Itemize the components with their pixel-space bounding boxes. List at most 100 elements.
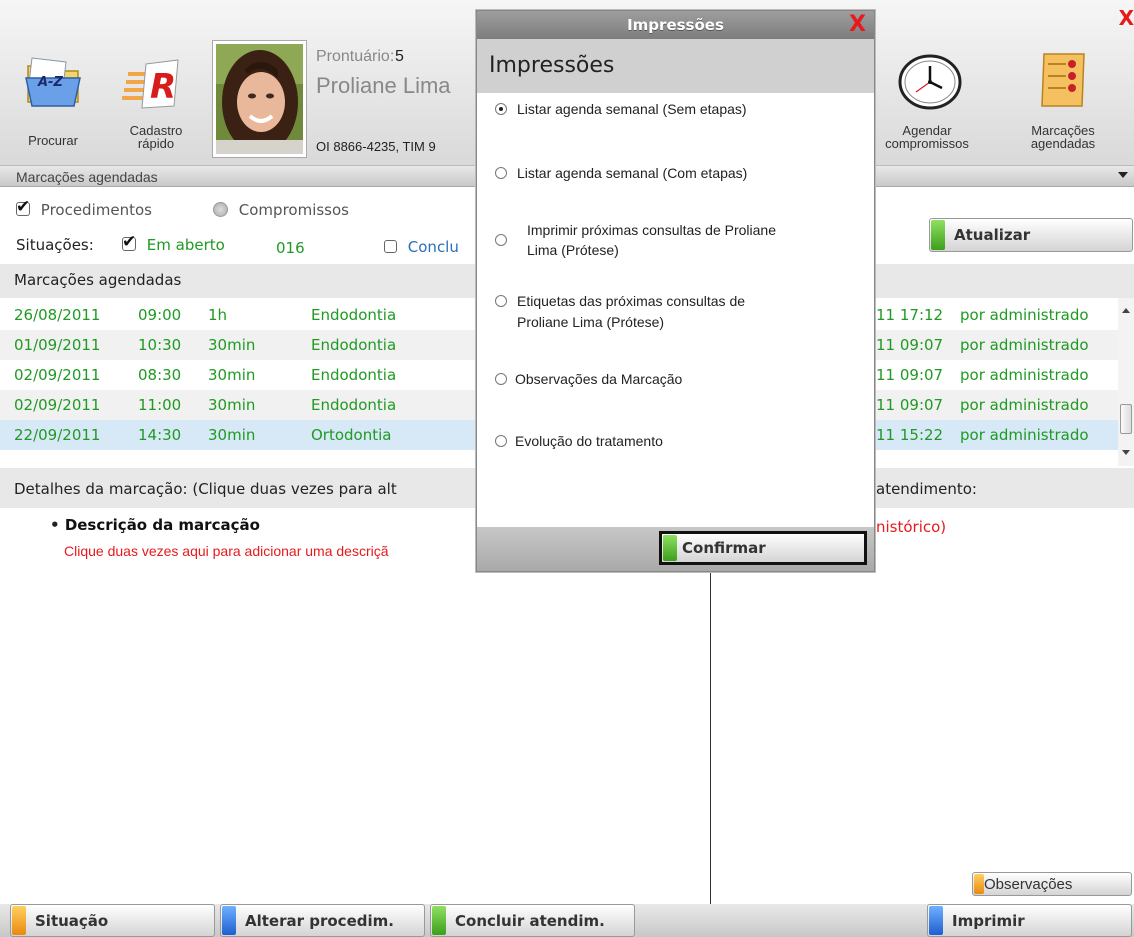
radio-icon[interactable] [495, 103, 507, 115]
radio-icon[interactable] [495, 373, 507, 385]
list-scrollbar[interactable] [1118, 298, 1134, 466]
filter-compromissos[interactable]: Compromissos [213, 201, 349, 219]
row-procedure: Endodontia [311, 396, 397, 414]
scheduled-list-icon [1041, 53, 1085, 107]
situacao-label: Situação [35, 911, 109, 930]
row-duration: 1h [208, 306, 228, 324]
option-label: Listar agenda semanal (Sem etapas) [517, 101, 747, 117]
quick-register-r-icon: R [122, 59, 179, 109]
historico-link[interactable]: nistórico) [876, 518, 946, 536]
row-created: 11 17:12 [876, 306, 944, 324]
row-by: por administrado [960, 366, 1089, 384]
radio-icon[interactable] [495, 295, 507, 307]
filter-concluidos[interactable]: Conclu [384, 238, 459, 256]
situacao-stripe [12, 906, 26, 935]
situacoes-label: Situações: [16, 236, 94, 254]
close-app-button[interactable]: X [1119, 6, 1134, 30]
option-label: Evolução do tratamento [515, 433, 663, 449]
row-created: 11 09:07 [876, 336, 944, 354]
row-created: 11 09:07 [876, 366, 944, 384]
option-label-1: Etiquetas das próximas consultas de [517, 293, 746, 309]
row-time: 08:30 [138, 366, 182, 384]
compromissos-radio-icon[interactable] [213, 202, 228, 217]
agendar-label-2: compromissos [885, 136, 969, 151]
dialog-close-button[interactable]: X [849, 12, 866, 37]
situacao-button[interactable]: Situação [10, 904, 215, 937]
dialog-footer: Confirmar [477, 527, 874, 571]
atualizar-label: Atualizar [954, 226, 1031, 244]
bottom-action-bar: Situação Alterar procedim. Concluir aten… [0, 904, 1134, 937]
em-aberto-label: Em aberto [146, 236, 225, 254]
imprimir-stripe [929, 906, 943, 935]
section-collapse-icon[interactable] [1118, 172, 1128, 178]
details-header-left: Detalhes da marcação: (Clique duas vezes… [14, 480, 397, 498]
row-created: 11 09:07 [876, 396, 944, 414]
procedimentos-checkbox-icon[interactable] [16, 197, 30, 217]
concluir-atendimento-button[interactable]: Concluir atendim. [430, 904, 635, 937]
list-header-title: Marcações agendadas [14, 271, 182, 289]
dialog-header-band: Impressões [477, 39, 874, 93]
concluidos-checkbox-icon[interactable] [384, 240, 397, 253]
cadastro-label-2: rápido [137, 136, 175, 151]
row-created: 11 15:22 [876, 426, 944, 444]
radio-icon[interactable] [495, 234, 507, 246]
row-duration: 30min [208, 426, 256, 444]
descricao-hint[interactable]: Clique duas vezes aqui para adicionar um… [64, 543, 389, 559]
impressoes-dialog: Impressões X Impressões Listar agenda se… [476, 10, 875, 572]
scroll-thumb[interactable] [1120, 404, 1132, 434]
confirmar-button[interactable]: Confirmar [659, 531, 867, 565]
bullet-icon: • [50, 516, 65, 534]
option-label-2: Lima (Prótese) [527, 242, 619, 258]
svg-text:A-Z: A-Z [37, 75, 63, 90]
alterar-procedimento-button[interactable]: Alterar procedim. [220, 904, 425, 937]
row-time: 14:30 [138, 426, 182, 444]
clock-icon [898, 54, 962, 110]
confirmar-stripe [663, 535, 677, 561]
em-aberto-checkbox-icon[interactable] [122, 232, 136, 252]
row-time: 11:00 [138, 396, 182, 414]
row-time: 09:00 [138, 306, 182, 324]
option-label-1: Imprimir próximas consultas de Proliane [527, 222, 776, 238]
scroll-down-icon[interactable] [1122, 450, 1130, 455]
dialog-title: Impressões [627, 16, 724, 34]
row-procedure: Ortodontia [311, 426, 392, 444]
atualizar-button[interactable]: Atualizar [929, 218, 1133, 252]
cadastro-rapido-button[interactable]: R Cadastro rápido [106, 52, 206, 152]
alterar-label: Alterar procedim. [245, 911, 394, 930]
row-by: por administrado [960, 396, 1089, 414]
procedimentos-label: Procedimentos [40, 201, 152, 219]
radio-icon[interactable] [495, 435, 507, 447]
concluidos-label: Conclu [407, 238, 459, 256]
imprimir-label: Imprimir [952, 911, 1025, 930]
imprimir-button[interactable]: Imprimir [927, 904, 1132, 937]
patient-phones: OI 8866-4235, TIM 9 [316, 139, 436, 154]
scroll-up-icon[interactable] [1122, 308, 1130, 313]
row-time: 10:30 [138, 336, 182, 354]
option-label: Observações da Marcação [515, 371, 683, 387]
radio-icon[interactable] [495, 167, 507, 179]
filter-em-aberto[interactable]: Em aberto [122, 232, 225, 254]
procurar-button[interactable]: A-Z Procurar [10, 52, 96, 152]
marcacoes-agendadas-button[interactable]: Marcações agendadas [1004, 52, 1122, 152]
patient-name: Proliane Lima [316, 73, 451, 98]
observacoes-button[interactable]: Observações [972, 872, 1132, 896]
row-duration: 30min [208, 336, 256, 354]
patient-avatar [216, 44, 303, 154]
dialog-title-bar[interactable]: Impressões [477, 11, 874, 39]
observacoes-stripe [974, 874, 984, 894]
row-by: por administrado [960, 336, 1089, 354]
option-label-2: Proliane Lima (Prótese) [517, 314, 665, 330]
row-date: 02/09/2011 [14, 396, 101, 414]
filter-procedimentos[interactable]: Procedimentos [16, 197, 152, 219]
row-by: por administrado [960, 306, 1089, 324]
agendar-compromissos-button[interactable]: Agendar compromissos [868, 52, 986, 152]
row-date: 22/09/2011 [14, 426, 101, 444]
prontuario-value: 5 [395, 48, 404, 65]
em-aberto-count: 016 [276, 239, 305, 257]
descricao-title: Descrição da marcação [64, 516, 260, 534]
prontuario-label: Prontuário: [316, 48, 395, 65]
procurar-label: Procurar [28, 133, 78, 148]
row-date: 02/09/2011 [14, 366, 101, 384]
descricao-section[interactable]: • Descrição da marcação [50, 516, 260, 534]
folder-a-z-icon: A-Z [25, 57, 81, 107]
